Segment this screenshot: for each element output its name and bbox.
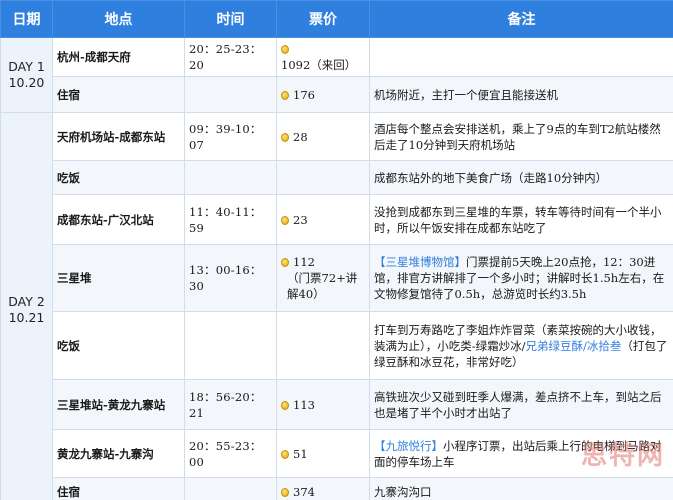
table-row: 三星堆 13：00-16：30 112 （门票72+讲解40） 【三星堆博物馆】…: [1, 244, 673, 312]
coin-icon: [281, 488, 289, 497]
price-value: 51: [293, 446, 308, 461]
price-cell: 28: [276, 112, 370, 161]
note-cell: [369, 37, 673, 77]
price-cell: [276, 311, 370, 380]
miniprogram-link[interactable]: 【九旅悦行】: [374, 439, 443, 453]
price-cell: 1092（来回）: [276, 37, 370, 77]
place-cell: 黄龙九寨站-九寨沟: [52, 429, 185, 478]
price-cell: 23: [276, 194, 370, 245]
day-date: 10.21: [8, 309, 45, 325]
table-row: 吃饭 打车到万寿路吃了李姐炸炸冒菜（素菜按碗的大小收钱，装满为止），小吃类-绿霜…: [1, 311, 673, 380]
price-value: 23: [293, 212, 308, 227]
table-row: 成都东站-广汉北站 11：40-11：59 23 没抢到成都东到三星堆的车票，转…: [1, 194, 673, 245]
header-note: 备注: [369, 0, 673, 38]
price-value: 113: [293, 397, 315, 412]
note-cell: 没抢到成都东到三星堆的车票，转车等待时间有一个半小时，所以午饭安排在成都东站吃了: [369, 194, 673, 245]
day-cell: DAY 2 10.21: [0, 112, 53, 500]
note-cell: 【九旅悦行】小程序订票，出站后乘上行的电梯到马路对面的停车场上车: [369, 429, 673, 478]
time-cell: [184, 311, 277, 380]
coin-icon: [281, 258, 289, 267]
coin-icon: [281, 400, 289, 410]
table-row: 三星堆站-黄龙九寨站 18：56-20：21 113 高铁班次少又碰到旺季人爆满…: [1, 379, 673, 430]
snack-link[interactable]: 兄弟绿豆酥/冰拾叁: [526, 339, 622, 353]
price-value: 112: [293, 255, 315, 269]
price-cell: 176: [276, 76, 370, 113]
time-cell: [184, 477, 277, 500]
price-cell: 374: [276, 477, 370, 500]
table-row: DAY 1 10.20 杭州-成都天府 20：25-23：20 1092（来回）: [0, 37, 673, 113]
note-cell: 【三星堆博物馆】门票提前5天晚上20点抢，12：30进馆，排官方讲解排了一个多小…: [369, 244, 673, 312]
note-cell: 九寨沟沟口: [369, 477, 673, 500]
price-detail: （门票72+讲解40）: [287, 271, 358, 301]
note-cell: 成都东站外的地下美食广场（走路10分钟内）: [369, 160, 673, 195]
day-date: 10.20: [8, 75, 45, 90]
price-cell: 112 （门票72+讲解40）: [276, 244, 370, 312]
place-cell: 成都东站-广汉北站: [52, 194, 185, 245]
time-cell: 20：25-23：20: [184, 37, 277, 77]
price-cell: 113: [276, 379, 370, 430]
place-cell: 三星堆: [52, 244, 185, 312]
time-cell: 09：39-10：07: [184, 112, 277, 161]
table-row: 吃饭 成都东站外的地下美食广场（走路10分钟内）: [1, 160, 673, 195]
table-row: DAY 2 10.21 天府机场站-成都东站 09：39-10：07 28 酒店…: [0, 112, 673, 500]
place-cell: 天府机场站-成都东站: [52, 112, 185, 161]
place-cell: 三星堆站-黄龙九寨站: [52, 379, 185, 430]
table-row: 黄龙九寨站-九寨沟 20：55-23：00 51 【九旅悦行】小程序订票，出站后…: [1, 429, 673, 478]
coin-icon: [281, 132, 289, 142]
price-cell: 51: [276, 429, 370, 478]
coin-icon: [281, 449, 289, 459]
table-row: 住宿 374 九寨沟沟口: [1, 477, 673, 500]
price-cell: [276, 160, 370, 195]
header-price: 票价: [276, 0, 370, 38]
coin-icon: [281, 90, 289, 100]
note-cell: 高铁班次少又碰到旺季人爆满，差点挤不上车，到站之后也是堵了半个小时才出站了: [369, 379, 673, 430]
header-row: 日期 地点 时间 票价 备注: [0, 0, 673, 38]
day-label: DAY 1: [8, 59, 45, 74]
coin-icon: [281, 45, 289, 54]
header-place: 地点: [52, 0, 185, 38]
place-cell: 住宿: [52, 76, 185, 113]
day-cell: DAY 1 10.20: [0, 37, 53, 113]
price-value: 374: [293, 485, 315, 499]
price-value: 176: [293, 87, 315, 102]
price-value: 1092（来回）: [281, 58, 357, 72]
time-cell: 18：56-20：21: [184, 379, 277, 430]
time-cell: 11：40-11：59: [184, 194, 277, 245]
note-cell: 机场附近，主打一个便宜且能接送机: [369, 76, 673, 113]
table-row: 住宿 176 机场附近，主打一个便宜且能接送机: [1, 76, 673, 113]
note-cell: 酒店每个整点会安排送机，乘上了9点的车到T2航站楼然后走了10分钟到天府机场站: [369, 112, 673, 161]
note-cell: 打车到万寿路吃了李姐炸炸冒菜（素菜按碗的大小收钱，装满为止），小吃类-绿霜炒冰/…: [369, 311, 673, 380]
header-date: 日期: [0, 0, 53, 38]
time-cell: 20：55-23：00: [184, 429, 277, 478]
place-cell: 吃饭: [52, 311, 185, 380]
price-value: 28: [293, 129, 308, 144]
place-cell: 住宿: [52, 477, 185, 500]
time-cell: [184, 76, 277, 113]
museum-link[interactable]: 【三星堆博物馆】: [374, 255, 466, 269]
itinerary-table: 日期 地点 时间 票价 备注 DAY 1 10.20 杭州-成都天府 20：25…: [0, 0, 673, 500]
coin-icon: [281, 215, 289, 225]
place-cell: 杭州-成都天府: [52, 37, 185, 77]
day-label: DAY 2: [8, 293, 45, 309]
place-cell: 吃饭: [52, 160, 185, 195]
time-cell: [184, 160, 277, 195]
time-cell: 13：00-16：30: [184, 244, 277, 312]
header-time: 时间: [184, 0, 277, 38]
